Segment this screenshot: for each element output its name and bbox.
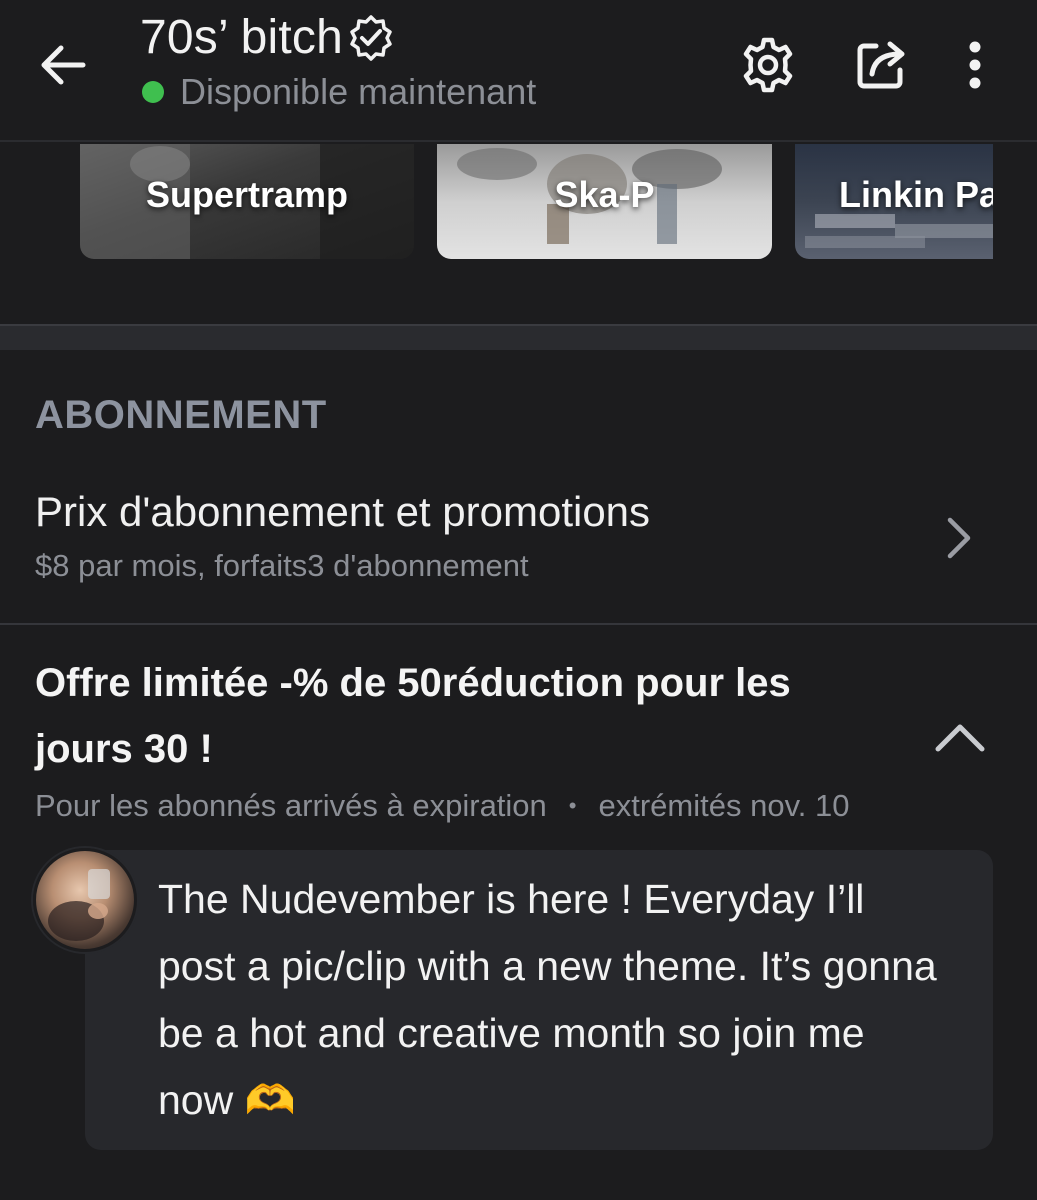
gear-icon (743, 37, 793, 93)
playlist-label: Ska-P (554, 174, 655, 215)
collapse-offer-button[interactable] (932, 712, 988, 762)
profile-screen: 70s’ bitch Disponible maintenant Supertr… (0, 0, 1037, 1200)
more-options-button[interactable] (940, 30, 1010, 100)
top-bar: 70s’ bitch Disponible maintenant (0, 0, 1037, 142)
share-button[interactable] (846, 30, 916, 100)
offer-end-date: extrémités nov. 10 (598, 788, 850, 823)
verified-badge-icon (347, 13, 397, 63)
meta-separator: • (568, 793, 577, 818)
playlist-carousel: Supertramp Ska-P Linkin Pa (0, 144, 1037, 262)
availability-status: Disponible maintenant (180, 71, 537, 112)
back-button[interactable] (28, 30, 98, 100)
subscription-row-subtitle: $8 par mois, forfaits3 d'abonnement (35, 548, 529, 583)
row-divider (0, 623, 1037, 625)
section-heading: ABONNEMENT (35, 393, 327, 437)
avatar[interactable] (33, 848, 137, 952)
subscription-prices-row[interactable]: Prix d'abonnement et promotions $8 par m… (0, 468, 1037, 623)
share-icon (857, 41, 905, 89)
profile-name: 70s’ bitch (140, 11, 343, 64)
playlist-card-ska-p[interactable]: Ska-P (437, 144, 772, 259)
profile-heading: 70s’ bitch Disponible maintenant (140, 10, 536, 113)
avatar-image (48, 869, 110, 941)
settings-button[interactable] (733, 30, 803, 100)
chevron-up-icon (935, 724, 985, 752)
online-status-dot (142, 81, 164, 103)
offer-meta: Pour les abonnés arrivés à expiration • … (35, 788, 849, 824)
offer-title: Offre limitée -% de 50réduction pour les… (35, 661, 791, 771)
offer-message-text: The Nudevember is here ! Everyday I’ll p… (158, 876, 937, 1123)
back-arrow-icon (41, 45, 86, 85)
offer-audience: Pour les abonnés arrivés à expiration (35, 788, 547, 823)
playlist-card-supertramp[interactable]: Supertramp (80, 144, 414, 259)
more-vertical-icon (969, 41, 981, 89)
chevron-right-icon (947, 517, 971, 559)
subscription-row-title: Prix d'abonnement et promotions (35, 488, 651, 535)
playlist-card-linkin-park[interactable]: Linkin Pa (795, 144, 993, 259)
playlist-label: Supertramp (145, 174, 349, 215)
playlist-label: Linkin Pa (839, 174, 993, 215)
section-divider (0, 324, 1037, 350)
